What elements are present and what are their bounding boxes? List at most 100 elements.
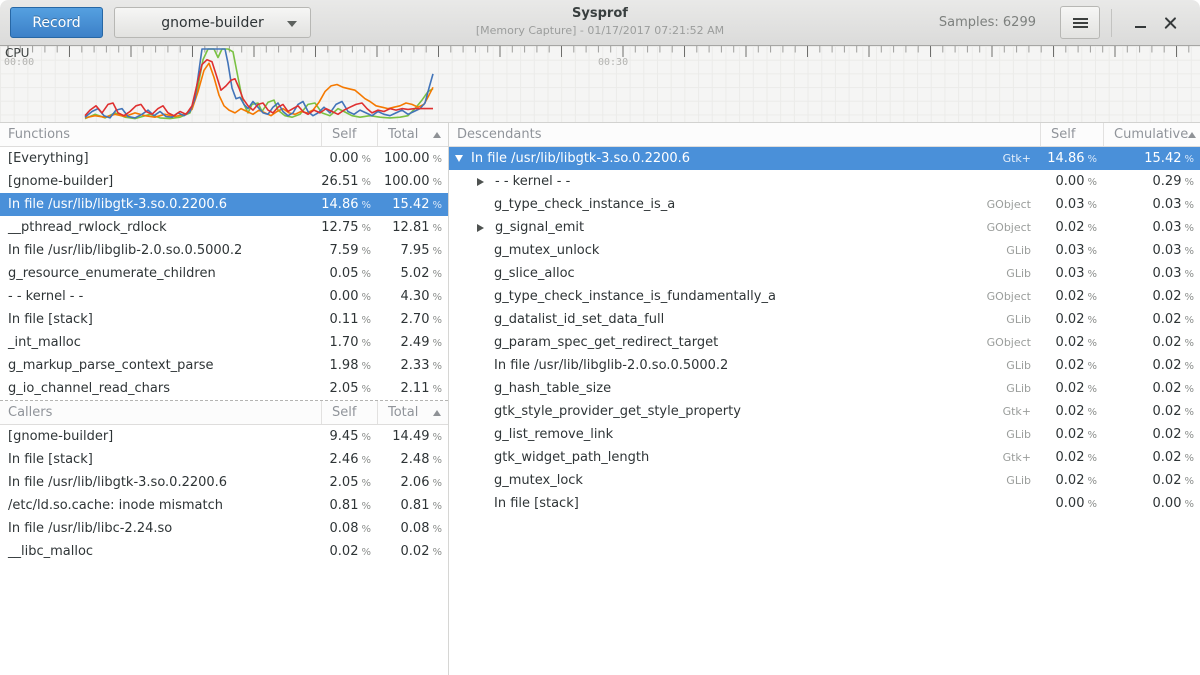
callers-column-header[interactable]: Callers bbox=[0, 405, 321, 420]
table-row[interactable]: /etc/ld.so.cache: inode mismatch0.81%0.8… bbox=[0, 494, 448, 517]
functions-total-column-header[interactable]: Total bbox=[377, 123, 448, 146]
percent-symbol: % bbox=[1184, 499, 1194, 510]
table-row[interactable]: __libc_malloc0.02%0.02% bbox=[0, 540, 448, 563]
self-percent-cell: 2.46% bbox=[321, 452, 377, 467]
percent-symbol: % bbox=[1087, 246, 1097, 257]
percent-value: 0.05 bbox=[330, 266, 359, 281]
percent-symbol: % bbox=[432, 478, 442, 489]
process-selector-dropdown[interactable]: gnome-builder bbox=[114, 7, 311, 38]
tree-row[interactable]: g_slice_allocGLib0.03%0.03% bbox=[449, 262, 1200, 285]
table-row[interactable]: [gnome-builder]26.51%100.00% bbox=[0, 170, 448, 193]
percent-value: 4.30 bbox=[401, 289, 430, 304]
percent-value: 7.95 bbox=[401, 243, 430, 258]
functions-self-column-header[interactable]: Self bbox=[321, 123, 377, 146]
callers-table-header: Callers Self Total bbox=[0, 401, 448, 425]
percent-symbol: % bbox=[1184, 361, 1194, 372]
table-row[interactable]: In file [stack]0.11%2.70% bbox=[0, 308, 448, 331]
dself-percent-cell: 0.03% bbox=[1040, 243, 1103, 258]
percent-symbol: % bbox=[1184, 292, 1194, 303]
library-tag: Gtk+ bbox=[1003, 451, 1040, 464]
dself-percent-cell: 0.02% bbox=[1040, 312, 1103, 327]
tree-row[interactable]: In file /usr/lib/libglib-2.0.so.0.5000.2… bbox=[449, 354, 1200, 377]
table-row[interactable]: In file [stack]2.46%2.48% bbox=[0, 448, 448, 471]
table-row[interactable]: In file /usr/lib/libgtk-3.so.0.2200.62.0… bbox=[0, 471, 448, 494]
percent-value: 0.02 bbox=[1056, 312, 1085, 327]
tree-row[interactable]: g_mutex_lockGLib0.02%0.02% bbox=[449, 469, 1200, 492]
self-percent-cell: 7.59% bbox=[321, 243, 377, 258]
percent-symbol: % bbox=[432, 432, 442, 443]
table-row[interactable]: In file /usr/lib/libglib-2.0.so.0.5000.2… bbox=[0, 239, 448, 262]
percent-value: 0.02 bbox=[1153, 358, 1182, 373]
symbol-name-cell: gtk_widget_path_lengthGtk+ bbox=[449, 450, 1040, 465]
menu-button[interactable] bbox=[1060, 6, 1100, 39]
total-percent-cell: 0.02% bbox=[377, 544, 448, 559]
percent-value: 0.08 bbox=[401, 521, 430, 536]
callers-self-column-header[interactable]: Self bbox=[321, 401, 377, 424]
percent-value: 12.75 bbox=[321, 220, 358, 235]
tree-row[interactable]: gtk_widget_path_lengthGtk+0.02%0.02% bbox=[449, 446, 1200, 469]
close-button[interactable] bbox=[1155, 8, 1185, 38]
chevron-down-icon bbox=[287, 21, 297, 27]
percent-value: 7.59 bbox=[330, 243, 359, 258]
cum-percent-cell: 0.02% bbox=[1103, 427, 1200, 442]
tree-row[interactable]: g_signal_emitGObject0.02%0.03% bbox=[449, 216, 1200, 239]
cpu-timeline-graph[interactable]: CPU 00:00 00:30 bbox=[0, 46, 1200, 123]
functions-column-header[interactable]: Functions bbox=[0, 127, 321, 142]
expander-closed-icon[interactable] bbox=[477, 178, 484, 186]
self-percent-cell: 1.70% bbox=[321, 335, 377, 350]
percent-symbol: % bbox=[432, 315, 442, 326]
dself-percent-cell: 0.02% bbox=[1040, 358, 1103, 373]
minimize-button[interactable] bbox=[1125, 8, 1155, 38]
percent-value: 0.02 bbox=[1153, 289, 1182, 304]
percent-symbol: % bbox=[432, 361, 442, 372]
symbol-name-cell: gtk_style_provider_get_style_propertyGtk… bbox=[449, 404, 1040, 419]
descendants-table-body: In file /usr/lib/libgtk-3.so.0.2200.6Gtk… bbox=[449, 147, 1200, 515]
table-row[interactable]: In file /usr/lib/libgtk-3.so.0.2200.614.… bbox=[0, 193, 448, 216]
process-selector-value: gnome-builder bbox=[161, 15, 263, 31]
total-percent-cell: 14.49% bbox=[377, 429, 448, 444]
expander-closed-icon[interactable] bbox=[477, 224, 484, 232]
percent-symbol: % bbox=[1184, 476, 1194, 487]
table-row[interactable]: [gnome-builder]9.45%14.49% bbox=[0, 425, 448, 448]
table-row[interactable]: g_resource_enumerate_children0.05%5.02% bbox=[0, 262, 448, 285]
tree-row[interactable]: gtk_style_provider_get_style_propertyGtk… bbox=[449, 400, 1200, 423]
tree-row[interactable]: g_mutex_unlockGLib0.03%0.03% bbox=[449, 239, 1200, 262]
percent-symbol: % bbox=[432, 501, 442, 512]
descendants-cumulative-column-header[interactable]: Cumulative bbox=[1103, 123, 1200, 146]
dself-percent-cell: 0.02% bbox=[1040, 427, 1103, 442]
percent-value: 0.02 bbox=[1153, 427, 1182, 442]
table-row[interactable]: - - kernel - -0.00%4.30% bbox=[0, 285, 448, 308]
symbol-name-cell: __pthread_rwlock_rdlock bbox=[0, 220, 321, 235]
table-row[interactable]: __pthread_rwlock_rdlock12.75%12.81% bbox=[0, 216, 448, 239]
cum-percent-cell: 0.02% bbox=[1103, 473, 1200, 488]
tree-row[interactable]: g_datalist_id_set_data_fullGLib0.02%0.02… bbox=[449, 308, 1200, 331]
table-row[interactable]: In file /usr/lib/libc-2.24.so0.08%0.08% bbox=[0, 517, 448, 540]
record-button[interactable]: Record bbox=[10, 7, 103, 38]
self-percent-cell: 26.51% bbox=[321, 174, 377, 189]
dself-percent-cell: 0.02% bbox=[1040, 220, 1103, 235]
tree-row[interactable]: g_type_check_instance_is_aGObject0.03%0.… bbox=[449, 193, 1200, 216]
tree-row[interactable]: In file [stack]0.00%0.00% bbox=[449, 492, 1200, 515]
table-row[interactable]: [Everything]0.00%100.00% bbox=[0, 147, 448, 170]
percent-value: 0.00 bbox=[330, 289, 359, 304]
percent-symbol: % bbox=[361, 200, 371, 211]
percent-symbol: % bbox=[1184, 200, 1194, 211]
tree-row[interactable]: - - kernel - -0.00%0.29% bbox=[449, 170, 1200, 193]
tree-row[interactable]: g_hash_table_sizeGLib0.02%0.02% bbox=[449, 377, 1200, 400]
percent-symbol: % bbox=[1184, 223, 1194, 234]
table-row[interactable]: g_io_channel_read_chars2.05%2.11% bbox=[0, 377, 448, 400]
descendants-self-column-header[interactable]: Self bbox=[1040, 123, 1103, 146]
table-row[interactable]: g_markup_parse_context_parse1.98%2.33% bbox=[0, 354, 448, 377]
percent-value: 15.42 bbox=[392, 197, 429, 212]
descendants-column-header[interactable]: Descendants bbox=[449, 127, 1040, 142]
table-row[interactable]: _int_malloc1.70%2.49% bbox=[0, 331, 448, 354]
tree-row[interactable]: g_type_check_instance_is_fundamentally_a… bbox=[449, 285, 1200, 308]
percent-symbol: % bbox=[432, 223, 442, 234]
tree-row[interactable]: g_param_spec_get_redirect_targetGObject0… bbox=[449, 331, 1200, 354]
callers-total-column-header[interactable]: Total bbox=[377, 401, 448, 424]
expander-open-icon[interactable] bbox=[455, 155, 463, 162]
tree-row[interactable]: In file /usr/lib/libgtk-3.so.0.2200.6Gtk… bbox=[449, 147, 1200, 170]
symbol-name-cell: In file /usr/lib/libc-2.24.so bbox=[0, 521, 321, 536]
symbol-name-cell: In file /usr/lib/libgtk-3.so.0.2200.6 bbox=[0, 197, 321, 212]
tree-row[interactable]: g_list_remove_linkGLib0.02%0.02% bbox=[449, 423, 1200, 446]
